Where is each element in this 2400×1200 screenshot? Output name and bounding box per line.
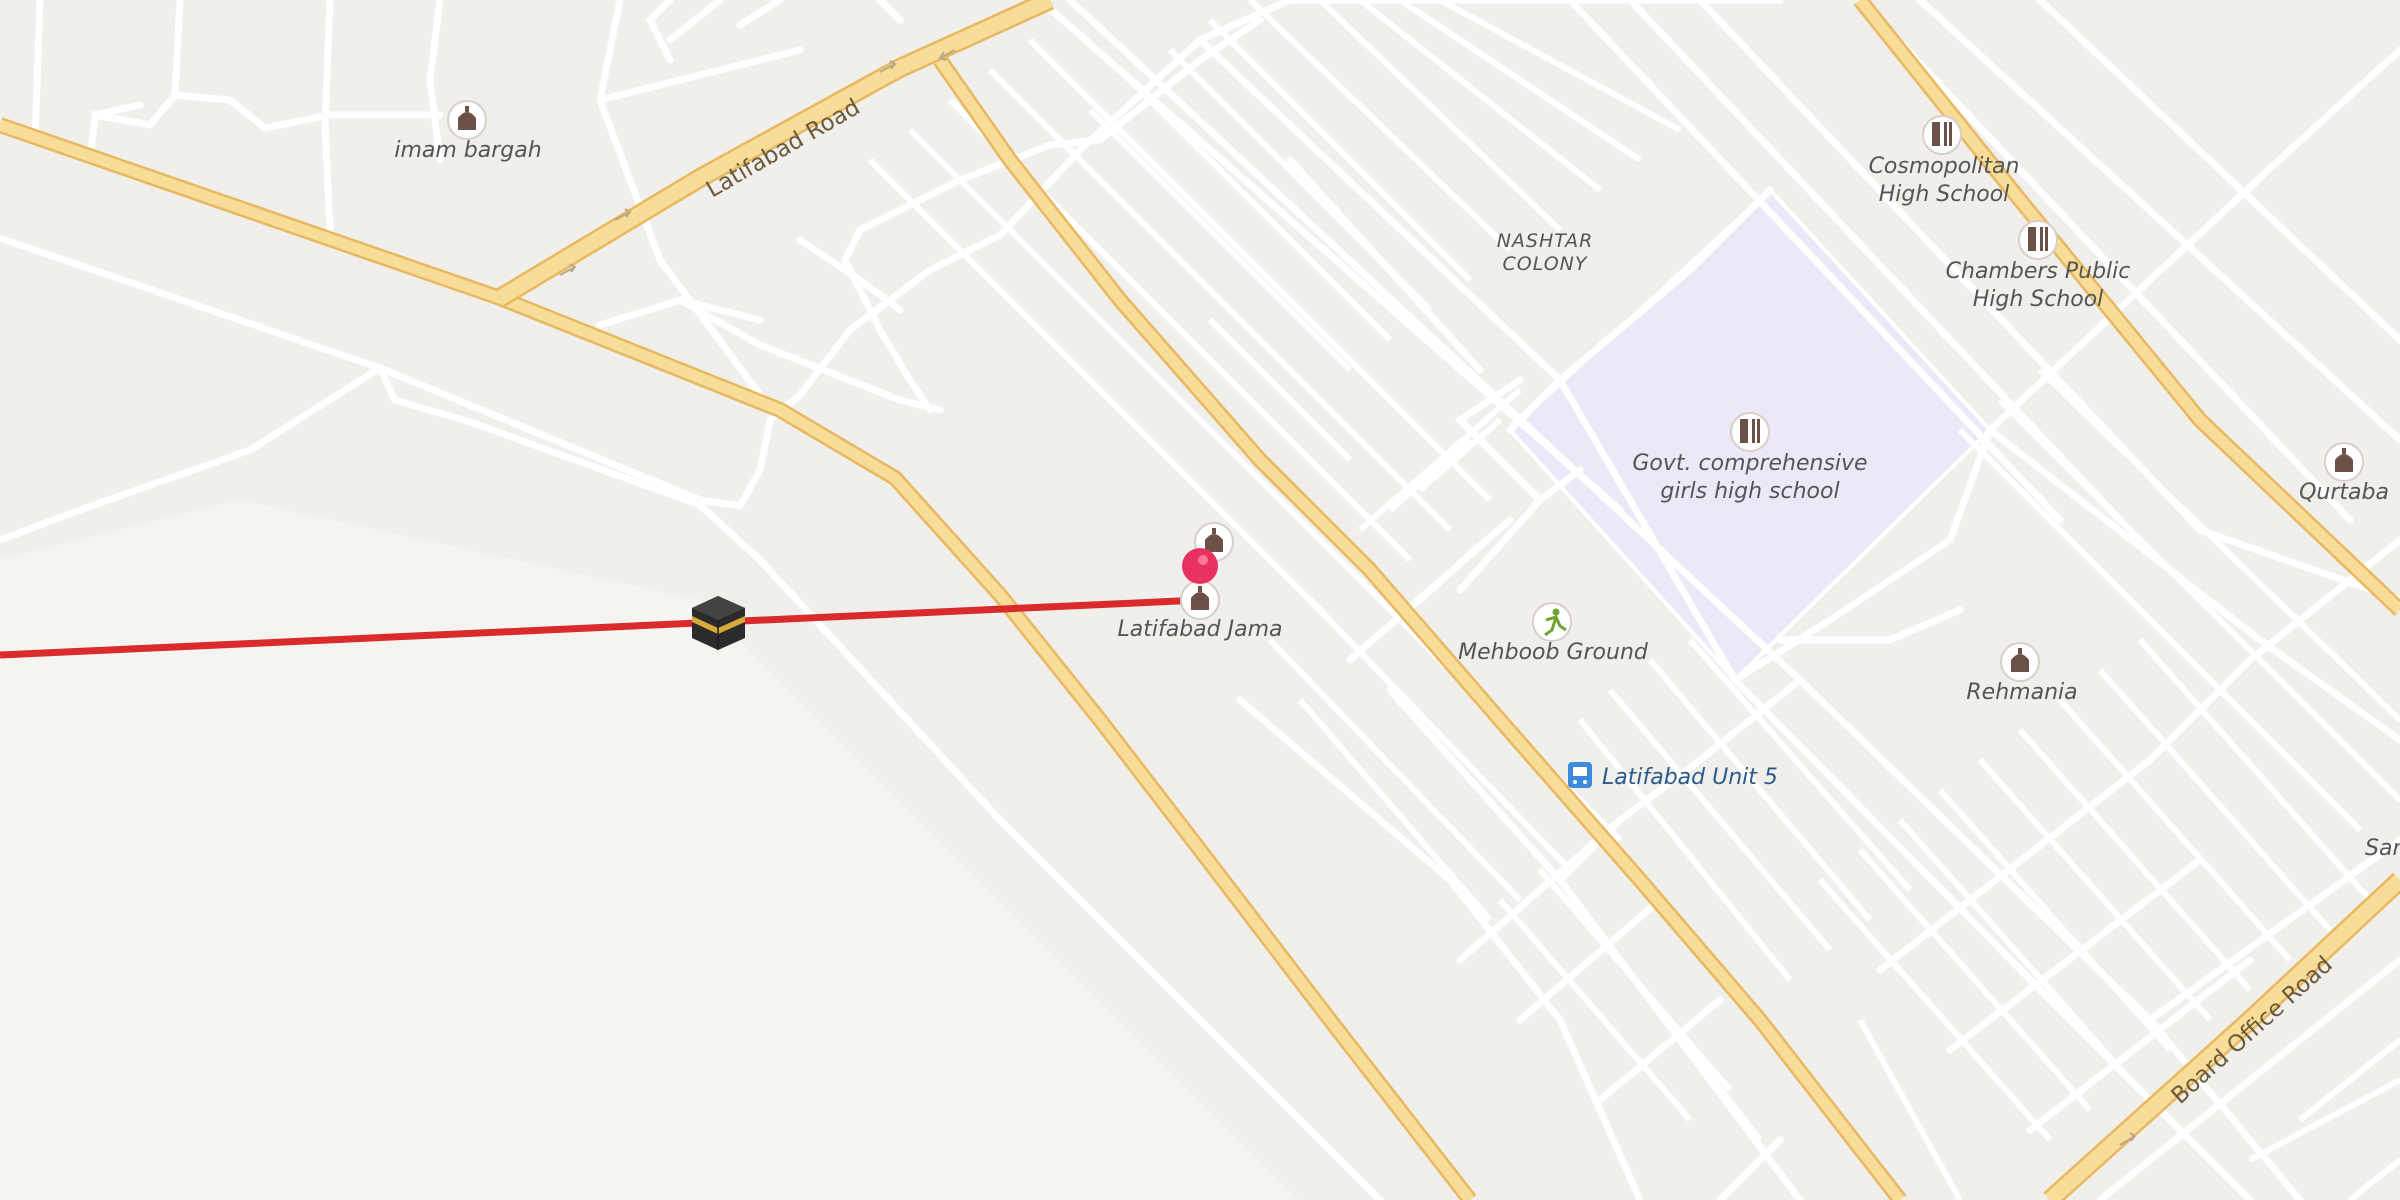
area-label-line-2: COLONY [1503, 253, 1588, 275]
school-icon [1730, 412, 1770, 452]
poi-label-line-1: Govt. comprehensive [1632, 451, 1867, 476]
location-pin-icon[interactable] [1182, 548, 1218, 584]
sports-icon [1532, 602, 1572, 642]
poi-label: Qurtaba [2299, 480, 2389, 505]
poi-label: Mehboob Ground [1458, 640, 1649, 665]
map-view[interactable]: Latifabad Road Board Office Road NASHTAR… [0, 0, 2400, 1200]
poi-label: Rehmania [1966, 680, 2077, 705]
poi-label: Latifabad Jama [1118, 617, 1283, 642]
school-icon [1922, 115, 1962, 155]
mosque-icon [447, 100, 487, 140]
mosque-icon [2000, 642, 2040, 682]
poi-label-line-2: girls high school [1660, 479, 1839, 504]
school-icon [2018, 220, 2058, 260]
mosque-icon [1180, 580, 1220, 620]
mosque-icon [2324, 442, 2364, 482]
poi-label-line-2: High School [1879, 182, 2010, 207]
bus-stop-icon [1568, 762, 1592, 788]
poi-label: imam bargah [394, 138, 541, 163]
poi-label-line-1: Chambers Public [1946, 259, 2131, 284]
poi-label-line-1: Cosmopolitan [1869, 154, 2020, 179]
bus-stop-label: Latifabad Unit 5 [1602, 765, 1778, 790]
area-label-line-1: NASHTAR [1497, 230, 1594, 252]
poi-label-line-2: High School [1973, 287, 2104, 312]
poi-label-san[interactable]: San [2365, 836, 2400, 861]
map-canvas[interactable]: Latifabad Road Board Office Road NASHTAR… [0, 0, 2400, 1200]
